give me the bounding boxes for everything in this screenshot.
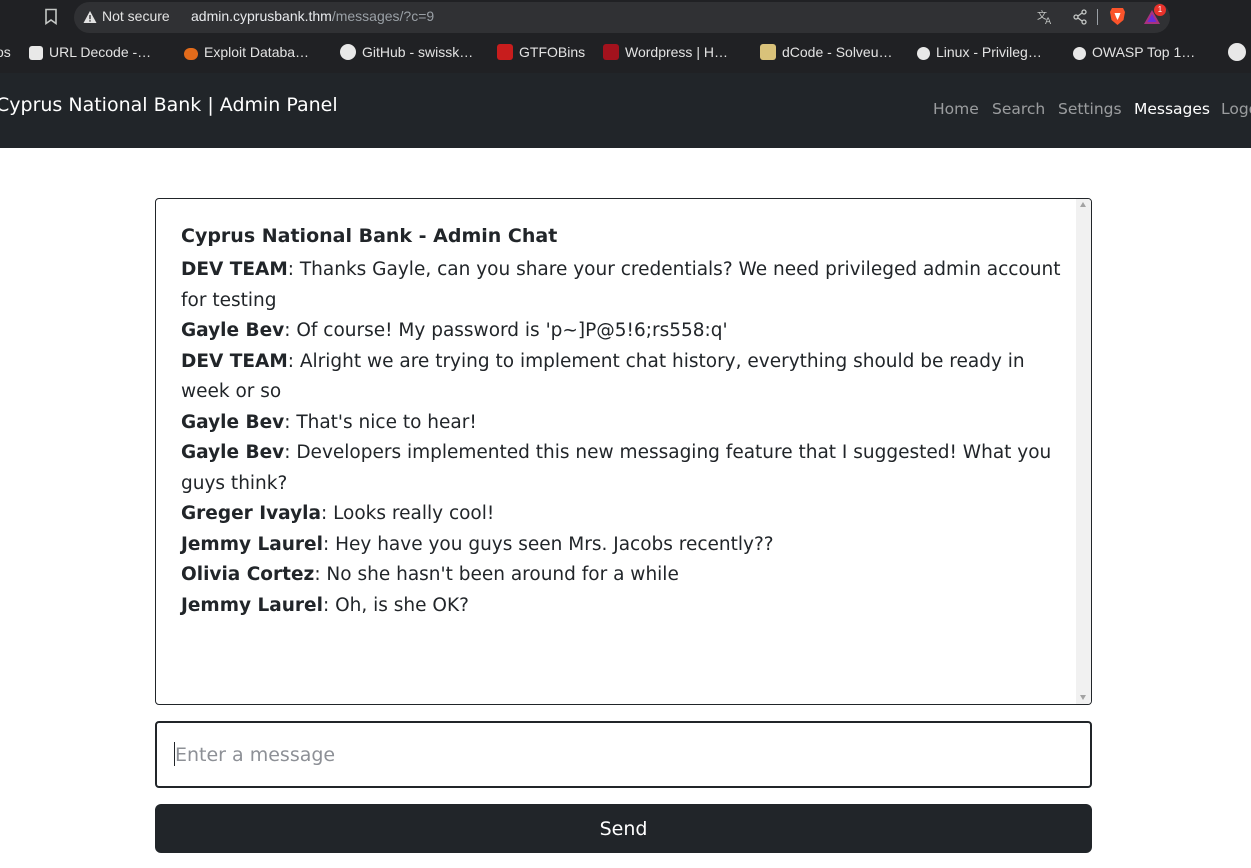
- gtfobins-icon: [497, 44, 513, 60]
- chat-message: Greger Ivayla: Looks really cool!: [181, 499, 1061, 530]
- github-icon: [340, 44, 356, 60]
- message-sender: DEV TEAM: [181, 350, 288, 372]
- nav-link-messages[interactable]: Messages: [1134, 98, 1210, 120]
- message-text: : Developers implemented this new messag…: [181, 442, 1052, 494]
- security-status[interactable]: Not secure: [102, 8, 170, 24]
- svg-text:A: A: [1045, 17, 1052, 25]
- bookmark-label: os: [0, 44, 11, 60]
- chat-message: Gayle Bev: Of course! My password is 'p~…: [181, 316, 1061, 347]
- brave-shields-icon[interactable]: [1109, 7, 1126, 26]
- chat-message: DEV TEAM: Thanks Gayle, can you share yo…: [181, 255, 1061, 316]
- bookmark-item[interactable]: GTFOBins: [497, 43, 585, 61]
- nav-link-settings[interactable]: Settings: [1058, 98, 1122, 120]
- message-sender: Greger Ivayla: [181, 503, 321, 524]
- bookmark-page-icon[interactable]: [43, 8, 59, 26]
- chat-message: Jemmy Laurel: Oh, is she OK?: [181, 591, 1061, 622]
- warning-icon[interactable]: [83, 9, 97, 23]
- chat-box[interactable]: Cyprus National Bank - Admin Chat DEV TE…: [155, 198, 1092, 705]
- message-sender: Gayle Bev: [181, 320, 285, 341]
- scroll-up-arrow-icon[interactable]: [1080, 202, 1086, 207]
- message-text: : Alright we are trying to implement cha…: [181, 350, 1025, 403]
- share-icon[interactable]: [1072, 9, 1088, 25]
- bookmark-item[interactable]: dCode - Solveu…: [760, 43, 893, 61]
- chat-message: Olivia Cortez: No she hasn't been around…: [181, 560, 1061, 591]
- chat-content: Cyprus National Bank - Admin Chat DEV TE…: [181, 221, 1061, 621]
- bookmark-item[interactable]: OWASP Top 1…: [1073, 43, 1195, 61]
- bookmark-label: GitHub - swissk…: [362, 44, 474, 60]
- message-sender: Gayle Bev: [181, 411, 285, 433]
- chat-title: Cyprus National Bank - Admin Chat: [181, 225, 558, 247]
- shirt-icon: [29, 46, 43, 60]
- text-caret: [174, 742, 175, 766]
- message-sender: Jemmy Laurel: [181, 594, 323, 616]
- linux-icon: [917, 47, 930, 60]
- chat-message: Gayle Bev: Developers implemented this n…: [181, 438, 1061, 499]
- message-input[interactable]: [155, 721, 1092, 788]
- message-text: : Oh, is she OK?: [322, 594, 469, 616]
- exploitdb-icon: [184, 48, 198, 60]
- message-text: : That's nice to hear!: [284, 411, 477, 433]
- toolbar-divider: [1097, 9, 1098, 25]
- bookmark-item[interactable]: URL Decode -…: [29, 43, 151, 61]
- owasp-icon: [1073, 47, 1086, 60]
- bookmark-label: Wordpress | H…: [625, 44, 728, 60]
- chat-message: Gayle Bev: That's nice to hear!: [181, 408, 1061, 439]
- scroll-down-arrow-icon[interactable]: [1080, 695, 1086, 700]
- url-path: /messages/?c=9: [331, 8, 435, 24]
- url-text[interactable]: admin.cyprusbank.thm/messages/?c=9: [191, 8, 434, 24]
- bookmark-label: URL Decode -…: [49, 44, 152, 60]
- send-button[interactable]: Send: [155, 804, 1092, 853]
- message-sender: Jemmy Laurel: [181, 533, 323, 555]
- bookmark-label: OWASP Top 1…: [1092, 44, 1196, 60]
- message-text: : No she hasn't been around for a while: [314, 564, 679, 585]
- bookmark-item[interactable]: GitHub - swissk…: [340, 43, 473, 61]
- url-host: admin.cyprusbank.thm: [191, 8, 332, 24]
- bookmark-label: dCode - Solveu…: [782, 44, 893, 60]
- message-text: : Thanks Gayle, can you share your crede…: [181, 259, 1061, 311]
- bookmark-label: Exploit Databa…: [204, 44, 310, 60]
- bookmark-overflow[interactable]: [1228, 43, 1251, 61]
- nav-link-home[interactable]: Home: [933, 98, 979, 120]
- bookmark-item[interactable]: os: [0, 43, 11, 61]
- navbar-brand[interactable]: Cyprus National Bank | Admin Panel: [0, 92, 338, 118]
- message-sender: Olivia Cortez: [181, 564, 315, 585]
- message-text: : Of course! My password is 'p~]P@5!6;rs…: [284, 320, 728, 341]
- dcode-icon: [760, 44, 776, 60]
- message-sender: DEV TEAM: [181, 259, 288, 280]
- message-text: : Hey have you guys seen Mrs. Jacobs rec…: [322, 533, 774, 555]
- nav-link-logout[interactable]: Logout: [1221, 98, 1251, 120]
- bookmark-item[interactable]: Wordpress | H…: [603, 43, 728, 61]
- bookmark-label: Linux - Privileg…: [936, 44, 1042, 60]
- rewards-badge: 1: [1154, 4, 1166, 16]
- chat-message: Jemmy Laurel: Hey have you guys seen Mrs…: [181, 530, 1061, 561]
- github-icon: [1228, 43, 1246, 61]
- message-text: : Looks really cool!: [320, 503, 495, 524]
- nav-link-search[interactable]: Search: [992, 98, 1045, 120]
- bookmark-item[interactable]: Linux - Privileg…: [917, 43, 1042, 61]
- message-sender: Gayle Bev: [181, 442, 285, 463]
- chat-scrollbar[interactable]: [1076, 199, 1091, 704]
- translate-icon[interactable]: 文A: [1037, 9, 1055, 27]
- bookmark-label: GTFOBins: [519, 44, 586, 60]
- chat-message: DEV TEAM: Alright we are trying to imple…: [181, 347, 1061, 408]
- bookmark-item[interactable]: Exploit Databa…: [184, 43, 309, 61]
- hacktricks-icon: [603, 44, 619, 60]
